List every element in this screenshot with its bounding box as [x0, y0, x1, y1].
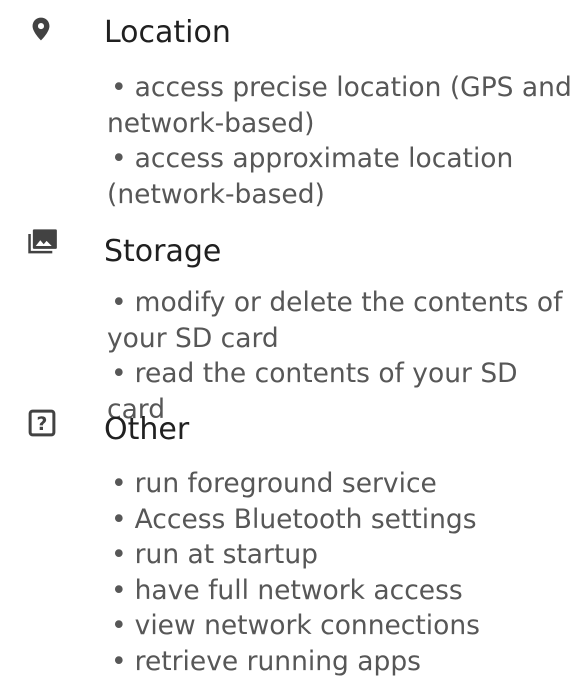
- permission-list-other: • run foreground service • Access Bluetoot…: [107, 466, 583, 679]
- list-item: • modify or delete the contents of your S…: [107, 287, 563, 354]
- group-title-other: Other: [104, 412, 190, 447]
- list-item: • access approximate location (network-ba…: [107, 143, 514, 210]
- list-item: • run foreground service: [107, 466, 583, 502]
- bullet: •: [111, 72, 127, 103]
- permission-group-storage: Storage • modify or delete the contents o…: [0, 218, 587, 425]
- bullet: •: [111, 645, 127, 677]
- location-pin-icon: [32, 17, 50, 41]
- permission-group-location: Location • access precise location (GPS a…: [0, 0, 587, 218]
- bullet: •: [111, 358, 127, 389]
- bullet: •: [111, 610, 127, 641]
- question-box-icon: ?: [28, 409, 56, 437]
- bullet: •: [111, 503, 127, 535]
- list-item: • Access Bluetooth settings: [107, 502, 583, 538]
- list-item: • view network connections: [107, 608, 583, 644]
- bullet: •: [111, 143, 127, 174]
- bullet: •: [111, 539, 127, 570]
- group-title-storage: Storage: [104, 234, 222, 269]
- list-item: • run at startup: [107, 537, 583, 573]
- list-item: • retrieve running apps: [107, 644, 583, 680]
- permission-group-other: ? Other • run foreground service • Access …: [0, 400, 587, 682]
- photo-library-icon: [28, 229, 57, 254]
- group-title-location: Location: [104, 15, 231, 50]
- bullet: •: [111, 574, 127, 606]
- svg-text:?: ?: [37, 414, 48, 435]
- list-item: • have full network access: [107, 573, 583, 609]
- list-item: • access precise location (GPS and networ…: [107, 72, 572, 139]
- bullet: •: [111, 468, 127, 499]
- permission-list-location: • access precise location (GPS and networ…: [107, 70, 583, 212]
- bullet: •: [111, 287, 127, 318]
